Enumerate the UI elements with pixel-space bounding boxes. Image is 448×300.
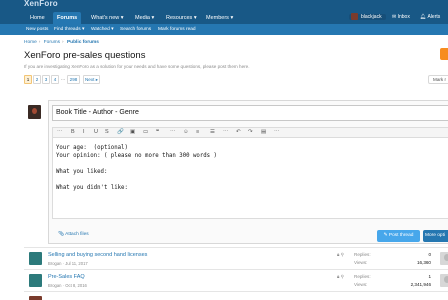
ellipsis-icon[interactable]: ⋯: [170, 129, 176, 136]
page-link-last[interactable]: 298: [67, 75, 80, 84]
post-thread-label: Post thread: [388, 233, 414, 238]
pencil-icon: ✎: [383, 233, 388, 238]
thread-row[interactable]: Selling and buying second hand licenses …: [24, 247, 448, 269]
alerts-label: Alerts: [427, 14, 441, 20]
draft-icon[interactable]: ▤: [261, 129, 266, 136]
sub-nav-watched[interactable]: Watched ▾: [91, 24, 114, 35]
attach-files-label: Attach files: [65, 232, 89, 237]
undo-icon[interactable]: ↶: [236, 129, 241, 136]
views-label: Views:: [354, 260, 368, 265]
paperclip-icon: 📎︎: [58, 232, 65, 237]
message-editor[interactable]: Your age: (optional) Your opinion: ( ple…: [52, 137, 448, 219]
sub-nav-find-threads[interactable]: Find threads ▾: [54, 24, 84, 35]
replies-label: Replies:: [354, 252, 371, 257]
page-link-4[interactable]: 4: [51, 75, 59, 84]
sub-nav-mark-forums-read[interactable]: Mark forums read: [158, 24, 196, 35]
page-description: If you are investigating XenForo as a so…: [24, 64, 250, 69]
sub-nav: New posts Find threads ▾ Watched ▾ Searc…: [0, 24, 448, 35]
alerts-link[interactable]: 🔔︎ Alerts: [420, 12, 440, 23]
views-count: 16,360: [416, 260, 431, 265]
breadcrumb: Home › Forums › Public forums: [24, 40, 99, 45]
page-link-3[interactable]: 3: [42, 75, 50, 84]
thread-title[interactable]: Pre-Sales FAQ: [48, 274, 85, 280]
strikethrough-icon[interactable]: S: [105, 129, 109, 136]
page-title: XenForo pre-sales questions: [24, 50, 146, 61]
main-nav: Home Forums What's new ▾ Media ▾ Resourc…: [0, 10, 448, 24]
post-thread-button[interactable]: ✎ Post thread: [377, 230, 420, 242]
editor-toolbar: ⋯ B I U S 🔗 ▣ ▭ ❝ ⋯ ☺ ≡ ☰ ⋯ ↶ ↷ ▤ ⋯: [52, 127, 448, 137]
avatar: [29, 296, 42, 300]
ellipsis-icon[interactable]: ⋯: [274, 129, 280, 136]
list-icon[interactable]: ☰: [210, 129, 215, 136]
lock-icon: 🔒︎ ⚲: [337, 274, 344, 279]
nav-tab-whats-new[interactable]: What's new ▾: [87, 12, 128, 24]
link-icon[interactable]: 🔗: [117, 129, 124, 136]
sub-nav-search-forums[interactable]: Search forums: [120, 24, 151, 35]
more-options-button[interactable]: More opti: [423, 230, 448, 242]
image-icon[interactable]: ▣: [130, 129, 135, 136]
avatar: [440, 252, 448, 265]
views-label: Views:: [354, 282, 368, 287]
smilie-icon[interactable]: ☺: [183, 129, 189, 136]
page-ellipsis[interactable]: …: [59, 75, 67, 84]
avatar: [29, 274, 42, 287]
views-count: 2,341,946: [410, 282, 431, 287]
replies-count: 1: [428, 274, 431, 279]
nav-tab-forums[interactable]: Forums: [53, 12, 82, 24]
thread-row[interactable]: Pre-Sales FAQ Brogan · Oct 8, 2016 🔒︎ ⚲ …: [24, 269, 448, 291]
avatar: [351, 13, 358, 21]
mark-read-button[interactable]: Mark r: [428, 75, 448, 84]
thread-meta: Brogan · Oct 8, 2016: [48, 283, 87, 288]
underline-icon[interactable]: U: [94, 129, 98, 136]
bold-icon[interactable]: B: [71, 129, 75, 136]
bell-icon: 🔔︎: [420, 14, 427, 20]
inbox-label: Inbox: [397, 14, 410, 20]
inbox-link[interactable]: ✉ Inbox: [392, 12, 410, 23]
breadcrumb-forums[interactable]: Forums: [44, 40, 60, 45]
post-thread-top-button[interactable]: [440, 48, 448, 60]
page-link-2[interactable]: 2: [33, 75, 41, 84]
site-logo[interactable]: XenForo: [24, 0, 58, 8]
avatar: [28, 105, 41, 119]
ellipsis-icon[interactable]: ⋯: [223, 129, 229, 136]
next-page-button[interactable]: Next ▸: [83, 75, 100, 84]
thread-meta: Brogan · Jul 11, 2017: [48, 261, 88, 266]
breadcrumb-home[interactable]: Home: [24, 40, 37, 45]
breadcrumb-public-forums[interactable]: Public forums: [67, 40, 99, 45]
thread-row[interactable]: [24, 291, 448, 300]
nav-tab-home[interactable]: Home: [26, 12, 49, 24]
logo-bar: XenForo: [0, 0, 448, 10]
nav-tab-members[interactable]: Members ▾: [202, 12, 237, 24]
italic-icon[interactable]: I: [83, 129, 85, 136]
thread-title[interactable]: Selling and buying second hand licenses: [48, 252, 147, 258]
media-icon[interactable]: ▭: [143, 129, 148, 136]
nav-tab-resources[interactable]: Resources ▾: [162, 12, 201, 24]
thread-title-input[interactable]: Book Title - Author - Genre: [52, 105, 448, 121]
envelope-icon: ✉: [392, 14, 397, 20]
lock-icon: 🔒︎ ⚲: [337, 252, 344, 257]
quote-icon[interactable]: ❝: [156, 129, 159, 136]
replies-label: Replies:: [354, 274, 371, 279]
avatar: [440, 274, 448, 287]
user-name: blackjack: [361, 14, 382, 20]
page-link-1[interactable]: 1: [24, 75, 32, 84]
avatar: [29, 252, 42, 265]
align-icon[interactable]: ≡: [196, 129, 199, 136]
redo-icon[interactable]: ↷: [248, 129, 253, 136]
ellipsis-icon[interactable]: ⋯: [57, 129, 63, 136]
user-menu[interactable]: blackjack: [349, 12, 386, 23]
sub-nav-new-posts[interactable]: New posts: [26, 24, 48, 35]
nav-tab-media[interactable]: Media ▾: [131, 12, 158, 24]
replies-count: 0: [428, 252, 431, 257]
attach-files-button[interactable]: 📎︎ Attach files: [58, 232, 89, 237]
